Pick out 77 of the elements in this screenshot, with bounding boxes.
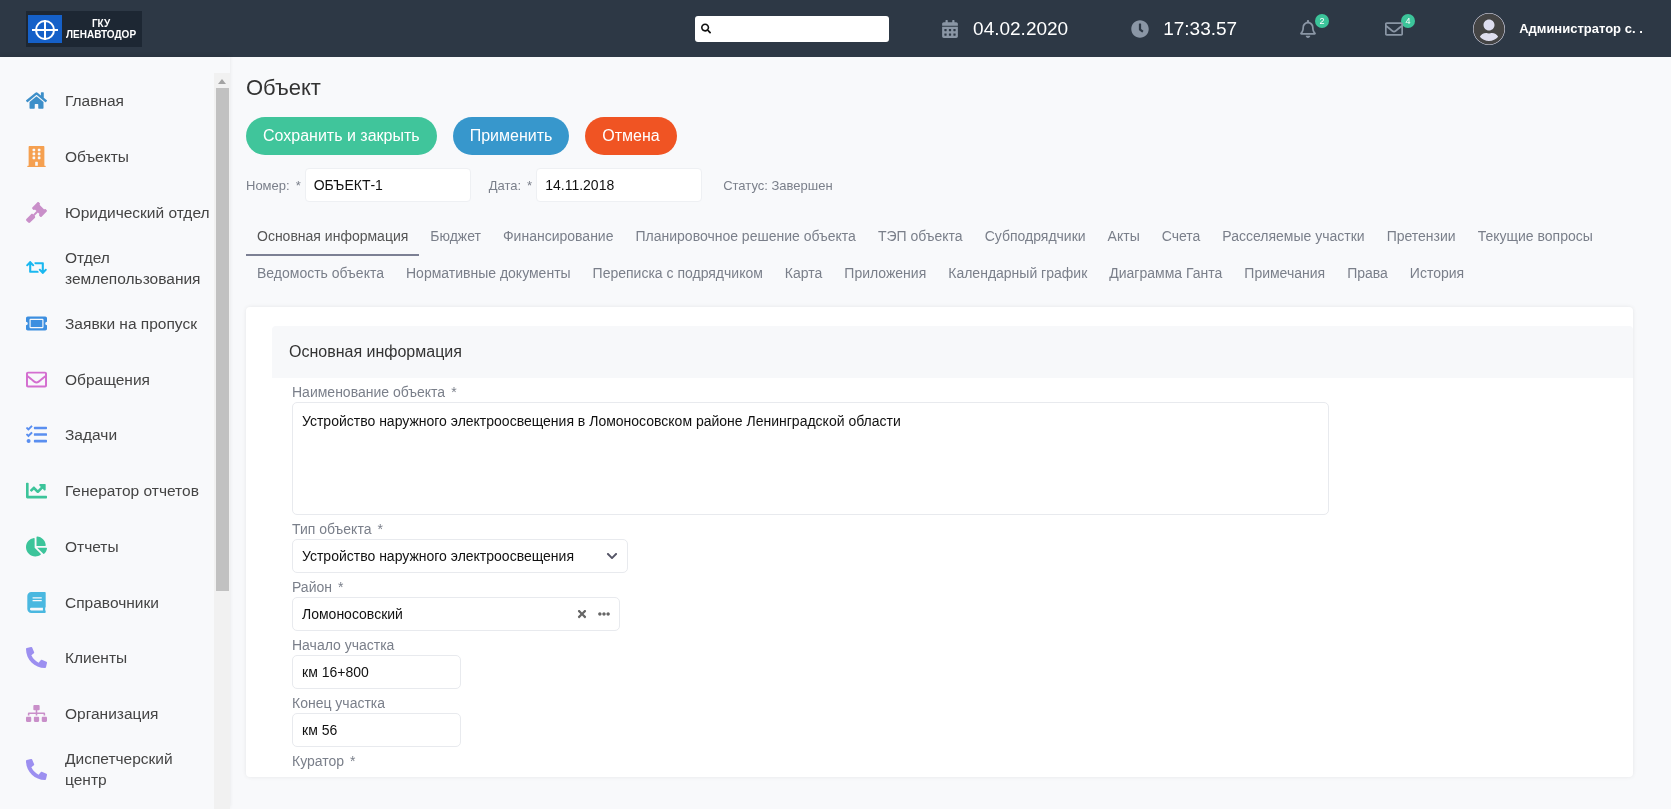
sidebar-item[interactable]: Отдел землепользования <box>0 240 214 296</box>
sidebar-item[interactable]: Заявки на пропуск <box>0 295 214 352</box>
type-select[interactable]: Устройство наружного электроосвещения <box>292 539 628 573</box>
bell-icon[interactable] <box>1299 19 1318 38</box>
tab[interactable]: Финансирование <box>491 219 625 256</box>
district-field[interactable]: Ломоносовский <box>292 597 620 631</box>
required-mark: * <box>350 753 356 769</box>
status-text: Статус: Завершен <box>723 177 833 193</box>
tab[interactable]: ТЭП объекта <box>866 219 974 256</box>
sidebar-item[interactable]: Юридический отдел <box>0 184 214 241</box>
logo-text: ГКУ ЛЕНАВТОДОР <box>66 17 137 40</box>
tab[interactable]: Расселяемые участки <box>1211 219 1376 256</box>
required-mark: * <box>527 177 533 193</box>
page-title: Объект <box>246 75 322 101</box>
sidebar-item[interactable]: Главная <box>0 73 214 129</box>
field-label: Дата: <box>488 177 522 193</box>
tab[interactable]: Бюджет <box>419 219 492 256</box>
sidebar-item[interactable]: Задачи <box>0 407 214 463</box>
input-field[interactable]: км 56 <box>292 713 461 747</box>
tab[interactable]: Субподрядчики <box>973 219 1097 256</box>
required-mark: * <box>295 177 301 193</box>
tab[interactable]: Примечания <box>1233 256 1337 293</box>
tab[interactable]: Диаграмма Ганта <box>1098 256 1234 293</box>
tab[interactable]: Планировочное решение объекта <box>624 219 867 256</box>
logo-icon <box>28 14 62 43</box>
sidebar-item[interactable]: Организация <box>0 685 214 742</box>
message-badge: 4 <box>1401 13 1416 28</box>
sidebar-item[interactable]: Диспетчерский центр <box>0 741 214 797</box>
sidebar-item[interactable]: Генератор отчетов <box>0 462 214 519</box>
sidebar-item[interactable]: Объекты <box>0 128 214 185</box>
sidebar-item[interactable]: Обращения <box>0 351 214 408</box>
sidebar-item[interactable]: Отчеты <box>0 518 214 575</box>
tab[interactable]: История <box>1398 256 1476 293</box>
current-date: 04.02.2020 <box>973 17 1069 40</box>
clock-icon <box>1131 19 1150 38</box>
section-header: Основная информация <box>272 326 1633 378</box>
chevron-down-icon <box>606 550 618 562</box>
calendar-icon <box>941 19 960 38</box>
field-label: Район <box>292 579 332 595</box>
notification-badge: 2 <box>1315 13 1330 28</box>
tab[interactable]: Права <box>1336 256 1399 293</box>
number-field[interactable]: ОБЪЕКТ-1 <box>304 168 471 202</box>
tab[interactable]: Основная информация <box>246 219 420 256</box>
required-mark: * <box>451 384 457 400</box>
clear-icon[interactable] <box>576 608 588 620</box>
avatar[interactable] <box>1473 12 1506 45</box>
field-label: Тип объекта <box>292 521 372 537</box>
tab[interactable]: Текущие вопросы <box>1466 219 1604 256</box>
field-label: Наименование объекта <box>292 384 446 400</box>
logo[interactable]: ГКУ ЛЕНАВТОДОР <box>26 10 143 47</box>
field-label: Куратор <box>292 753 345 769</box>
tab[interactable]: Счета <box>1150 219 1212 256</box>
user-name[interactable]: Администратор с. . <box>1519 21 1643 36</box>
tab[interactable]: Переписка с подрядчиком <box>581 256 774 293</box>
current-time: 17:33.57 <box>1163 17 1238 40</box>
search-icon <box>701 23 712 34</box>
required-mark: * <box>338 579 344 595</box>
tab[interactable]: Нормативные документы <box>395 256 582 293</box>
sidebar-item[interactable]: Справочники <box>0 574 214 630</box>
tab[interactable]: Ведомость объекта <box>246 256 395 293</box>
tab[interactable]: Акты <box>1096 219 1151 256</box>
tab[interactable]: Календарный график <box>937 256 1099 293</box>
sidebar-item[interactable]: Клиенты <box>0 629 214 686</box>
required-mark: * <box>377 521 383 537</box>
field-label: Номер: <box>246 177 290 193</box>
cancel-button[interactable]: Отмена <box>585 117 677 155</box>
input-field[interactable]: км 16+800 <box>292 655 461 689</box>
mail-icon[interactable] <box>1385 19 1404 38</box>
field-label: Начало участка <box>292 637 395 653</box>
tab[interactable]: Приложения <box>833 256 938 293</box>
tab[interactable]: Карта <box>773 256 834 293</box>
date-field[interactable]: 14.11.2018 <box>536 168 703 202</box>
name-textarea[interactable]: Устройство наружного электроосвещения в Ломоносовском районе Ленинградской области <box>292 402 1329 515</box>
tab[interactable]: Претензии <box>1375 219 1467 256</box>
field-label: Конец участка <box>292 695 386 711</box>
scrollbar[interactable] <box>214 73 230 809</box>
search-field[interactable] <box>695 15 890 42</box>
